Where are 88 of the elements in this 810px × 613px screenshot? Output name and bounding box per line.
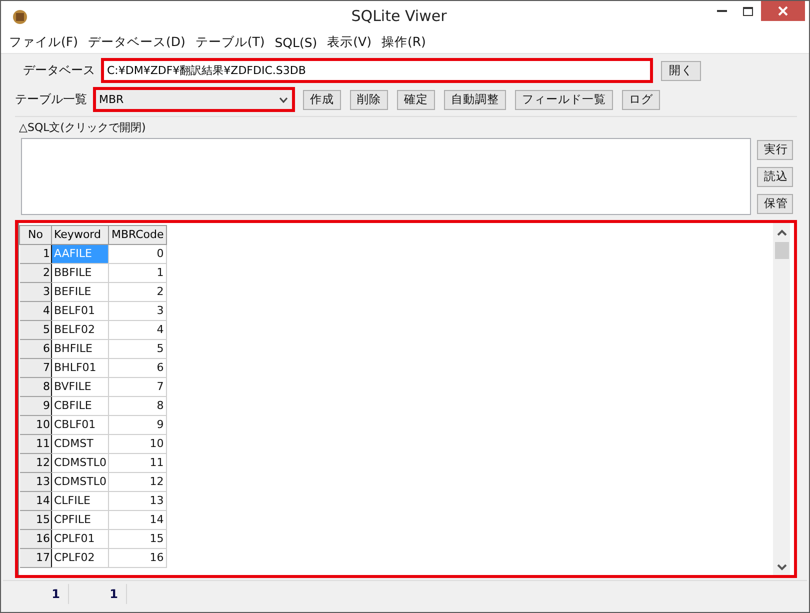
column-header[interactable]: No	[20, 225, 52, 244]
table-cell[interactable]: BELF02	[52, 320, 109, 340]
table-cell[interactable]: 15	[108, 529, 166, 548]
status-value: 1	[3, 584, 69, 604]
table-cell[interactable]: CBLF01	[52, 415, 109, 434]
row-number: 10	[20, 415, 52, 434]
close-button[interactable]	[761, 1, 805, 21]
row-number: 5	[20, 320, 52, 340]
chevron-icon	[279, 96, 288, 103]
row-number: 9	[20, 396, 52, 416]
database-label: データベース	[23, 62, 95, 80]
toolbar-button[interactable]: 自動調整	[444, 90, 506, 110]
row-number: 11	[20, 434, 52, 454]
row-number: 2	[20, 263, 52, 282]
table-cell[interactable]: 6	[108, 358, 166, 378]
toolbar-button[interactable]: 削除	[350, 90, 388, 110]
menu-item[interactable]: SQL(S)	[272, 35, 326, 50]
row-number: 12	[20, 453, 52, 472]
menu-item[interactable]: ファイル(F)	[7, 34, 86, 51]
column-header[interactable]: Keyword	[52, 225, 109, 244]
table-cell[interactable]: BEFILE	[52, 282, 109, 302]
table-cell[interactable]: CPLF01	[52, 529, 109, 548]
toolbar-button[interactable]: 確定	[397, 90, 435, 110]
vertical-scrollbar[interactable]	[773, 222, 790, 576]
table-cell[interactable]: 9	[108, 415, 166, 434]
sql-input-field[interactable]	[21, 138, 751, 215]
table-list-label: テーブル一覧	[15, 91, 87, 108]
table-cell[interactable]: 2	[108, 282, 166, 302]
toolbar-button[interactable]: ログ	[622, 90, 660, 110]
row-number: 7	[20, 358, 52, 378]
open-button[interactable]: 開く	[661, 60, 701, 81]
row-number: 1	[20, 244, 52, 264]
row-number: 3	[20, 282, 52, 302]
table-cell[interactable]: 3	[108, 301, 166, 320]
row-number: 4	[20, 301, 52, 320]
row-number: 8	[20, 377, 52, 396]
column-header[interactable]: MBRCode	[108, 225, 166, 244]
status-value: 1	[69, 584, 127, 604]
menu-item[interactable]: 表示(V)	[325, 34, 380, 51]
table-cell[interactable]: 1	[108, 263, 166, 282]
table-cell[interactable]: CPFILE	[52, 510, 109, 530]
database-path-field[interactable]: C:¥DM¥ZDF¥翻訳結果¥ZDFDIC.S3DB	[101, 58, 653, 84]
row-number: 15	[20, 510, 52, 530]
table-cell[interactable]: BELF01	[52, 301, 109, 320]
row-number: 6	[20, 339, 52, 358]
table-cell[interactable]: 0	[108, 244, 166, 264]
menu-item[interactable]: テーブル(T)	[193, 34, 273, 51]
table-dropdown[interactable]: MBR	[93, 87, 295, 112]
table-cell[interactable]: 12	[108, 472, 166, 492]
scroll-down-icon[interactable]	[776, 564, 786, 572]
table-cell[interactable]: 5	[108, 339, 166, 358]
table-cell[interactable]: 11	[108, 453, 166, 472]
table-cell[interactable]: 13	[108, 491, 166, 510]
app-icon	[11, 7, 29, 25]
table-cell[interactable]: CBFILE	[52, 396, 109, 416]
table-cell[interactable]: BVFILE	[52, 377, 109, 396]
table-cell[interactable]: BHLF01	[52, 358, 109, 378]
row-number: 14	[20, 491, 52, 510]
table-cell[interactable]: 4	[108, 320, 166, 340]
sql-button[interactable]: 読込	[757, 166, 793, 187]
table-cell[interactable]: 10	[108, 434, 166, 454]
row-number: 17	[20, 548, 52, 568]
menu-item[interactable]: 操作(R)	[379, 34, 434, 51]
close-icon	[778, 6, 788, 16]
window-title: SQLite Viwer	[350, 7, 448, 25]
table-cell[interactable]: CLFILE	[52, 491, 109, 510]
sql-button[interactable]: 保管	[757, 194, 793, 214]
maximize-icon	[743, 6, 753, 16]
row-number: 13	[20, 472, 52, 492]
table-cell[interactable]: BBFILE	[52, 263, 109, 282]
table-cell[interactable]: 7	[108, 377, 166, 396]
sql-toggle[interactable]: △SQL文(クリックで開閉)	[19, 120, 793, 135]
table-cell[interactable]: CDMSTL0	[52, 472, 109, 492]
scroll-up-icon[interactable]	[776, 228, 786, 236]
table-cell[interactable]: CDMSTL0	[52, 453, 109, 472]
toolbar-button[interactable]: 作成	[303, 90, 341, 110]
table-cell[interactable]: 8	[108, 396, 166, 416]
minimize-icon	[717, 10, 727, 12]
scroll-thumb[interactable]	[774, 242, 788, 259]
sql-button[interactable]: 実行	[757, 140, 793, 160]
toolbar-button[interactable]: フィールド一覧	[515, 90, 613, 110]
table-cell[interactable]: CPLF02	[52, 548, 109, 568]
menu-item[interactable]: データベース(D)	[86, 34, 194, 51]
table-cell[interactable]: BHFILE	[52, 339, 109, 358]
table-cell[interactable]: 16	[108, 548, 166, 568]
table-cell[interactable]: 14	[108, 510, 166, 530]
table-cell[interactable]: CDMST	[52, 434, 109, 454]
row-number: 16	[20, 529, 52, 548]
